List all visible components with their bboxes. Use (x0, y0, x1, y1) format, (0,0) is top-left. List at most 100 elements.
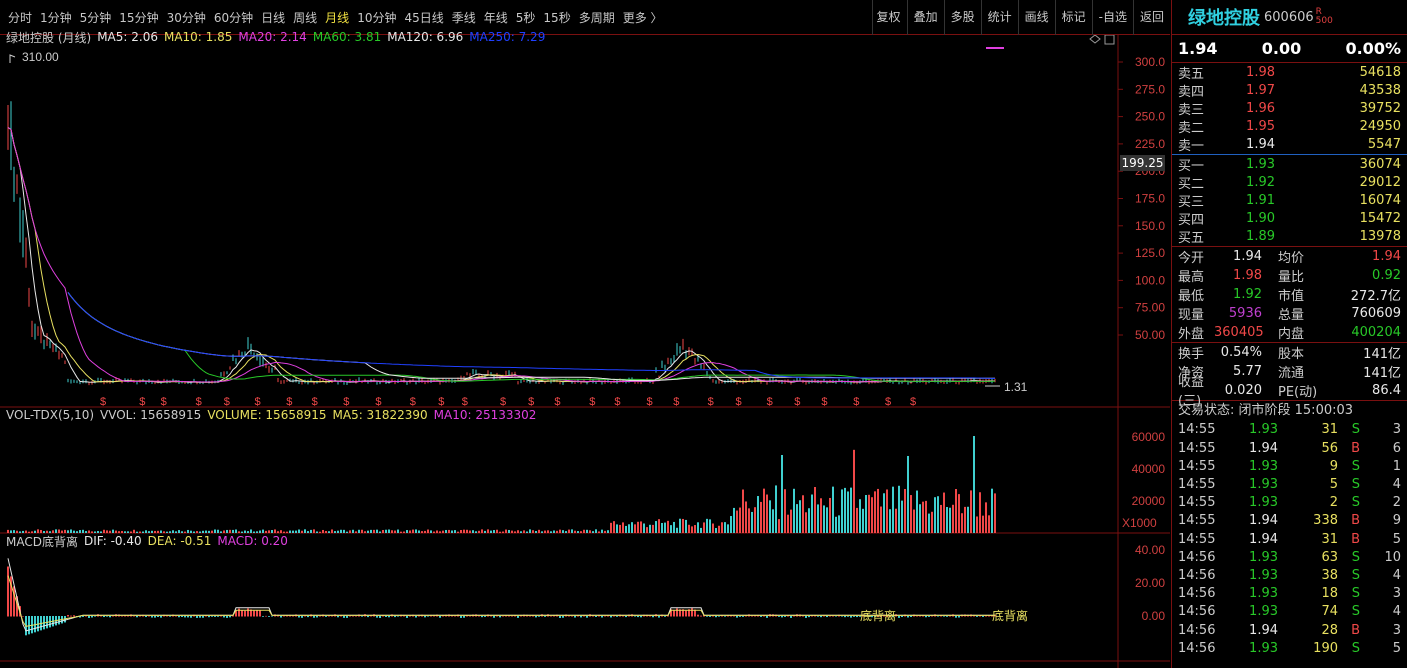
tick-row: 14:55 1.93 9 S 1 (1172, 457, 1407, 475)
stat-row: 收益(三) 0.020 PE(动) 86.4 (1172, 375, 1407, 409)
volume-bar (892, 486, 894, 533)
tool-button[interactable]: 叠加 (906, 0, 944, 35)
tick-direction: B (1351, 513, 1360, 529)
volume-bar (334, 531, 336, 533)
tick-count: 3 (1392, 622, 1401, 638)
volume-bar (571, 529, 573, 533)
macd-bar (154, 616, 156, 618)
period-tab[interactable]: 5分钟 (80, 9, 112, 26)
tool-button[interactable]: 多股 (943, 0, 981, 35)
tick-list[interactable]: 14:55 1.93 31 S 3 14:55 1.94 56 B 6 14:55 1.93 9 S 1 14… (1172, 421, 1407, 657)
sell-level[interactable]: 卖三 1.96 39752 (1172, 99, 1407, 118)
ma-line (67, 292, 995, 381)
volume-bar (694, 525, 696, 533)
volume-bar (733, 507, 735, 533)
period-tab[interactable]: 日线 (261, 9, 285, 26)
maximize-icon[interactable] (1104, 35, 1115, 45)
tick-price: 1.93 (1249, 422, 1278, 438)
period-tab[interactable]: 月线 (325, 9, 349, 26)
stat-label: PE(动) (1278, 384, 1318, 400)
macd-bar (316, 616, 318, 618)
macd-bar (946, 616, 948, 617)
kline-chart[interactable]: 300.0275.0250.0225.0200.0175.0150.0125.0… (0, 35, 1170, 668)
signal-mark: $ (910, 396, 916, 408)
chart-area[interactable]: 300.0 275.0 250.0 225.0 200.0 175.0 150.0 125.0… (0, 30, 1170, 668)
macd-bar (196, 616, 198, 618)
macd-bar (856, 616, 858, 618)
signal-mark: $ (673, 396, 679, 408)
volume-bar (700, 527, 702, 533)
sell-level[interactable]: 卖四 1.97 43538 (1172, 81, 1407, 100)
macd-bar (376, 616, 378, 618)
stat-label: 换手 (1178, 346, 1205, 362)
volume-bar (931, 511, 933, 533)
stat-label: 总量 (1278, 307, 1305, 323)
macd-bar (580, 616, 582, 618)
sell-level[interactable]: 卖二 1.95 24950 (1172, 118, 1407, 136)
ma-line (67, 292, 996, 379)
volume-bar (856, 507, 858, 533)
period-tab[interactable]: 分时 (8, 9, 32, 26)
tool-button[interactable]: 画线 (1017, 0, 1055, 35)
buy-level[interactable]: 买一 1.93 36074 (1172, 155, 1407, 174)
volume-bar (841, 489, 843, 533)
volume-bar (505, 529, 507, 533)
volume-bar (307, 531, 309, 533)
macd-bar (388, 616, 390, 618)
period-tab[interactable]: 1分钟 (40, 9, 72, 26)
period-tab[interactable]: 更多 〉 (623, 9, 663, 26)
volume-bar (406, 530, 408, 533)
macd-bar (187, 616, 189, 618)
macd-bar (361, 616, 363, 617)
volume-bar (313, 529, 315, 533)
volume-bar (889, 509, 891, 533)
volume-bar (604, 530, 606, 533)
macd-bar (253, 610, 255, 617)
volume-bar (382, 529, 384, 533)
sell-level[interactable]: 卖五 1.98 54618 (1172, 63, 1407, 82)
tool-button[interactable]: 返回 (1132, 0, 1170, 35)
level-volume: 16074 (1359, 192, 1401, 208)
volume-bar (634, 524, 636, 533)
buy-level[interactable]: 买三 1.91 16074 (1172, 191, 1407, 210)
macd-bar (844, 616, 846, 618)
diamond-icon[interactable] (1089, 35, 1101, 44)
volume-bar (796, 504, 798, 533)
volume-bar (613, 521, 615, 533)
macd-bar (94, 616, 96, 617)
period-tab[interactable]: 30分钟 (167, 9, 206, 26)
vol-tick-label: 60000 (1132, 430, 1166, 444)
tool-button[interactable]: -自选 (1091, 0, 1133, 35)
buy-level[interactable]: 买四 1.90 15472 (1172, 210, 1407, 228)
period-tab[interactable]: 5秒 (516, 9, 536, 26)
period-tab[interactable]: 15分钟 (119, 9, 158, 26)
volume-bar (445, 529, 447, 533)
tool-button[interactable]: 标记 (1054, 0, 1092, 35)
period-tab[interactable]: 10分钟 (357, 9, 396, 26)
macd-bar (724, 616, 726, 617)
macd-bar (454, 615, 456, 617)
tool-button[interactable]: 统计 (980, 0, 1018, 35)
buy-level[interactable]: 买二 1.92 29012 (1172, 173, 1407, 192)
macd-bar (778, 616, 780, 617)
period-tab[interactable]: 周线 (293, 9, 317, 26)
period-tab[interactable]: 45日线 (404, 9, 443, 26)
tool-button[interactable]: 复权 (871, 0, 907, 35)
macd-bar (160, 616, 162, 618)
period-tab[interactable]: 60分钟 (214, 9, 253, 26)
period-tab[interactable]: 15秒 (543, 9, 570, 26)
period-tab[interactable]: 季线 (452, 9, 476, 26)
volume-bar (649, 524, 651, 533)
volume-bar (724, 522, 726, 533)
buy-level[interactable]: 买五 1.89 13978 (1172, 228, 1407, 246)
quote-panel: 绿地控股 600606 R 500 1.94 0.00 0.00% 卖五 1.98… (1171, 0, 1407, 668)
tick-volume: 56 (1321, 440, 1338, 456)
macd-bar (850, 616, 852, 618)
macd-bar (640, 616, 642, 618)
volume-bar (919, 504, 921, 533)
sell-level[interactable]: 卖一 1.94 5547 (1172, 136, 1407, 154)
period-tab[interactable]: 多周期 (579, 9, 615, 26)
volume-bar (481, 529, 483, 533)
signal-mark: $ (614, 396, 620, 408)
period-tab[interactable]: 年线 (484, 9, 508, 26)
